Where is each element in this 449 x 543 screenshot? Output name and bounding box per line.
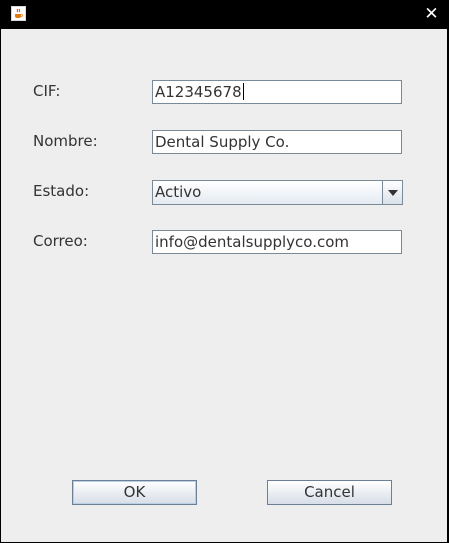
dialog-content: CIF: A12345678 Nombre: Dental Supply Co.… (1, 29, 447, 542)
ok-button[interactable]: OK (72, 480, 197, 505)
cif-field[interactable]: A12345678 (152, 80, 402, 104)
title-bar: ✕ (0, 0, 449, 29)
text-caret (242, 83, 244, 100)
java-coffee-icon (11, 6, 26, 21)
estado-dropdown[interactable]: Activo (152, 180, 403, 205)
nombre-field[interactable]: Dental Supply Co. (152, 130, 402, 154)
cancel-button[interactable]: Cancel (267, 480, 392, 505)
correo-field[interactable]: info@dentalsupplyco.com (152, 230, 402, 254)
correo-label: Correo: (33, 232, 88, 250)
estado-label: Estado: (33, 182, 90, 200)
close-button[interactable]: ✕ (414, 0, 449, 29)
nombre-label: Nombre: (33, 132, 98, 150)
dropdown-arrow-button[interactable] (382, 181, 402, 204)
cif-label: CIF: (33, 82, 61, 100)
estado-selected-value: Activo (155, 183, 202, 201)
cif-field-value: A12345678 (155, 83, 242, 101)
chevron-down-icon (388, 190, 398, 196)
